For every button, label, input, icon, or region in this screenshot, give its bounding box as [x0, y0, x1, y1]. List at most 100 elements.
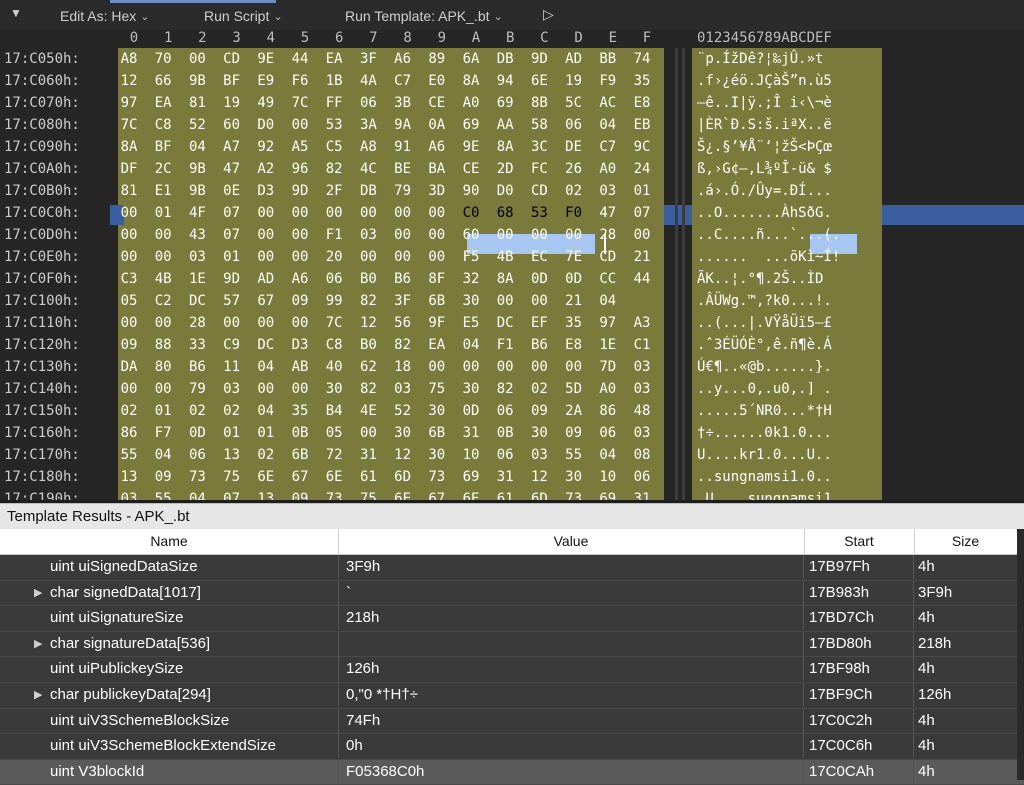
hex-byte[interactable]: 8F: [420, 268, 454, 290]
hex-byte[interactable]: 3B: [386, 92, 420, 114]
hex-byte[interactable]: 8A: [488, 268, 522, 290]
hex-byte[interactable]: 07: [215, 224, 249, 246]
hex-byte[interactable]: 03: [351, 224, 385, 246]
hex-byte[interactable]: DB: [488, 48, 522, 70]
hex-byte[interactable]: A6: [283, 268, 317, 290]
hex-byte[interactable]: 00: [386, 202, 420, 224]
hex-byte[interactable]: 31: [351, 444, 385, 466]
hex-byte[interactable]: 21: [625, 246, 659, 268]
hex-byte[interactable]: 09: [283, 488, 317, 500]
hex-byte[interactable]: 1E: [591, 334, 625, 356]
hex-byte[interactable]: B6: [522, 334, 556, 356]
ascii-row[interactable]: ¨p.ÍžDê?¦‰jÛ.­»t: [697, 48, 887, 70]
hex-byte[interactable]: 02: [180, 400, 214, 422]
hex-byte[interactable]: 13: [249, 488, 283, 500]
hex-byte[interactable]: F5: [454, 246, 488, 268]
hex-byte[interactable]: 0E: [215, 180, 249, 202]
hex-byte[interactable]: 01: [625, 180, 659, 202]
hex-byte[interactable]: 05: [317, 422, 351, 444]
hex-byte[interactable]: 0D: [180, 422, 214, 444]
hex-byte[interactable]: 72: [317, 444, 351, 466]
hex-byte[interactable]: 7C: [283, 92, 317, 114]
template-row[interactable]: ▶ char publickeyData[294] 0,"0 *†H†÷ 17BF9C…: [0, 682, 1024, 709]
hex-byte[interactable]: 0D: [557, 268, 591, 290]
hex-byte[interactable]: C8: [146, 114, 180, 136]
hex-byte[interactable]: 13: [215, 444, 249, 466]
hex-byte[interactable]: 1E: [180, 268, 214, 290]
hex-byte[interactable]: A8: [112, 48, 146, 70]
hex-byte[interactable]: 03: [625, 356, 659, 378]
column-header-start[interactable]: Start: [804, 529, 915, 554]
hex-byte[interactable]: AA: [488, 114, 522, 136]
hex-byte[interactable]: 00: [625, 224, 659, 246]
hex-byte[interactable]: F1: [317, 224, 351, 246]
disclosure-triangle-icon[interactable]: ▶: [34, 683, 42, 707]
hex-byte[interactable]: 00: [146, 378, 180, 400]
hex-byte[interactable]: EA: [317, 48, 351, 70]
hex-byte[interactable]: B0: [351, 268, 385, 290]
hex-byte[interactable]: 03: [180, 246, 214, 268]
template-row[interactable]: ▶ char signatureData[536] 17BD80h 218h: [0, 631, 1024, 658]
ascii-row[interactable]: .ÂÜWg.™‚?k0...!.: [697, 290, 887, 312]
hex-byte[interactable]: 61: [351, 466, 385, 488]
hex-byte[interactable]: 00: [249, 246, 283, 268]
hex-byte[interactable]: 52: [180, 114, 214, 136]
hex-byte[interactable]: 04: [249, 356, 283, 378]
hex-byte[interactable]: 6E: [386, 488, 420, 500]
hex-byte[interactable]: 05: [112, 290, 146, 312]
hex-byte[interactable]: 09: [522, 400, 556, 422]
ascii-row[interactable]: ..sungnamsi1.0..: [697, 466, 887, 488]
hex-byte[interactable]: 00: [557, 224, 591, 246]
hex-row[interactable]: 00 00 43 07 00 00 F1 03 00 00 60 00 00 00 28 00: [118, 224, 678, 246]
hex-byte[interactable]: 67: [420, 488, 454, 500]
hex-byte[interactable]: 62: [351, 356, 385, 378]
hex-byte[interactable]: 56: [386, 312, 420, 334]
hex-row[interactable]: 00 00 03 01 00 00 20 00 00 00 F5 4B EC 7E CD 21: [118, 246, 678, 268]
hex-byte[interactable]: 6B: [283, 444, 317, 466]
hex-byte[interactable]: A6: [386, 48, 420, 70]
hex-byte[interactable]: EA: [420, 334, 454, 356]
hex-editor[interactable]: 0123456789ABCDEF 0123456789ABCDEF 17:C05…: [0, 30, 1024, 500]
hex-byte[interactable]: 03: [625, 422, 659, 444]
hex-byte[interactable]: 28: [591, 224, 625, 246]
hex-byte[interactable]: BF: [146, 136, 180, 158]
hex-byte[interactable]: 66: [146, 70, 180, 92]
hex-byte[interactable]: 6B: [420, 422, 454, 444]
hex-byte[interactable]: 00: [420, 202, 454, 224]
hex-byte[interactable]: 00: [283, 224, 317, 246]
hex-byte[interactable]: 49: [249, 92, 283, 114]
hex-byte[interactable]: 9E: [249, 48, 283, 70]
hex-byte[interactable]: E8: [625, 92, 659, 114]
hex-byte[interactable]: DC: [180, 290, 214, 312]
hex-byte[interactable]: 00: [522, 224, 556, 246]
ascii-row[interactable]: ..C....ñ...`...(.: [697, 224, 887, 246]
hex-byte[interactable]: 73: [557, 488, 591, 500]
hex-byte[interactable]: 30: [557, 466, 591, 488]
hex-byte[interactable]: CE: [454, 158, 488, 180]
hex-row[interactable]: 97 EA 81 19 49 7C FF 06 3B CE A0 69 8B 5C AC E8: [118, 92, 678, 114]
hex-byte[interactable]: 9E: [454, 136, 488, 158]
hex-byte[interactable]: 00: [249, 378, 283, 400]
hex-byte[interactable]: 48: [625, 400, 659, 422]
hex-byte[interactable]: 00: [249, 312, 283, 334]
hex-byte[interactable]: EF: [522, 312, 556, 334]
hex-byte[interactable]: 00: [112, 378, 146, 400]
hex-byte[interactable]: 04: [180, 136, 214, 158]
column-header-value[interactable]: Value: [338, 529, 805, 554]
hex-byte[interactable]: F9: [591, 70, 625, 92]
hex-row[interactable]: 02 01 02 02 04 35 B4 4E 52 30 0D 06 09 2A 86 48: [118, 400, 678, 422]
hex-byte[interactable]: 2A: [557, 400, 591, 422]
hex-byte[interactable]: 10: [454, 444, 488, 466]
hex-byte[interactable]: 3F: [351, 48, 385, 70]
play-icon[interactable]: ▷: [543, 6, 554, 23]
hex-byte[interactable]: 02: [215, 400, 249, 422]
ascii-row[interactable]: ..(...|.VŸåÜï5—£: [697, 312, 887, 334]
hex-row[interactable]: DA 80 B6 11 04 AB 40 62 18 00 00 00 00 00 7D 03: [118, 356, 678, 378]
hex-byte[interactable]: 68: [488, 202, 522, 224]
hex-byte[interactable]: 30: [317, 378, 351, 400]
hex-byte[interactable]: 06: [488, 444, 522, 466]
hex-byte[interactable]: 47: [591, 202, 625, 224]
double-chevron-down-icon[interactable]: ▼︎: [10, 6, 22, 20]
hex-byte[interactable]: 44: [283, 48, 317, 70]
hex-byte[interactable]: 75: [215, 466, 249, 488]
